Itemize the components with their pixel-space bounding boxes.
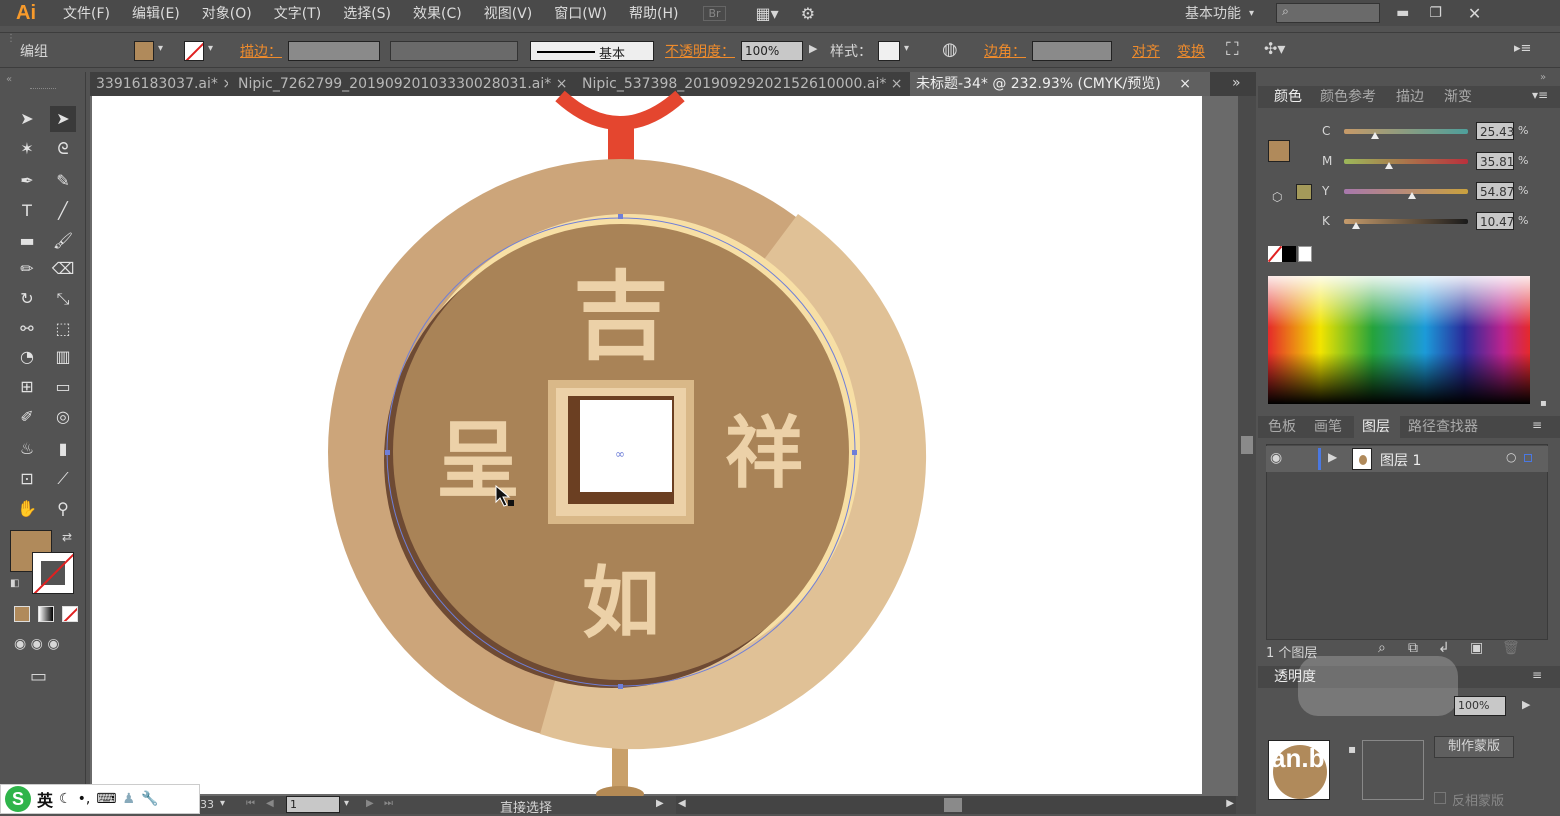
layers-list [1266, 444, 1548, 640]
watermark-overlay [1298, 656, 1458, 716]
search-input[interactable]: ⌕ [1276, 3, 1381, 23]
panel-menu-icon[interactable]: ≡ [1532, 668, 1542, 682]
channel-m-unit: % [1518, 154, 1529, 167]
panel-menu-icon[interactable]: ≡ [1532, 418, 1542, 432]
watermark-text: an.b [1271, 743, 1325, 773]
tab-swatches[interactable]: 色板 [1268, 416, 1296, 438]
layer-name[interactable]: 图层 1 [1380, 450, 1421, 470]
wrench-icon[interactable]: 🔧 [141, 791, 158, 807]
white-swatch[interactable] [1298, 246, 1312, 262]
moon-icon[interactable]: ☾ [59, 791, 72, 807]
new-sublayer-icon[interactable]: ↲ [1438, 640, 1450, 656]
mask-thumbnail [1362, 740, 1424, 800]
right-panels: » 颜色 颜色参考 描边 渐变 ▾≡ ⬡ C 25.43 % M 35.81 %… [1258, 72, 1560, 814]
keyboard-icon[interactable]: ⌨ [96, 791, 116, 807]
channel-k-unit: % [1518, 214, 1529, 227]
black-swatch[interactable] [1282, 246, 1296, 262]
chevron-down-icon[interactable]: ▾ [344, 798, 349, 809]
close-button[interactable]: ✕ [1468, 4, 1481, 23]
layer-row[interactable]: ◉ ▶ 图层 1 ○ [1266, 446, 1548, 472]
color-spectrum[interactable] [1268, 276, 1530, 404]
channel-m-slider-thumb[interactable] [1384, 162, 1393, 169]
chevron-right-icon[interactable]: ▶ [1522, 698, 1530, 711]
panel-menu-icon[interactable]: ▾≡ [1532, 88, 1548, 102]
channel-y-slider-thumb[interactable] [1408, 192, 1417, 199]
maximize-button[interactable]: ❐ [1429, 5, 1442, 21]
last-artboard-icon[interactable]: ⏭ [384, 798, 393, 809]
channel-m-label: M [1322, 154, 1333, 168]
current-tool-status: 直接选择 [500, 801, 553, 816]
out-of-gamut-icon[interactable]: ⬡ [1272, 190, 1282, 204]
ime-toolbar: S 英 ☾ •, ⌨ ♟ 🔧 [0, 784, 200, 814]
panel-fill-swatch[interactable] [1268, 140, 1290, 162]
skin-icon[interactable]: ♟ [123, 791, 136, 807]
svg-text:∞: ∞ [615, 447, 625, 461]
chevron-down-icon[interactable]: ▾ [220, 798, 225, 809]
clipping-mask-icon[interactable]: ⧉ [1408, 640, 1418, 656]
delete-layer-icon[interactable]: 🗑 [1502, 640, 1520, 656]
make-mask-label: 制作蒙版 [1447, 739, 1500, 754]
punctuation-icon[interactable]: •, [78, 791, 91, 807]
expand-triangle-icon[interactable]: ▶ [1328, 450, 1337, 464]
layer-thumbnail [1352, 448, 1372, 470]
channel-k-slider-thumb[interactable] [1352, 222, 1361, 229]
tab-pathfinder[interactable]: 路径查找器 [1408, 416, 1478, 438]
zoom-level[interactable]: 33 [200, 798, 214, 811]
next-artboard-icon[interactable]: ▶ [366, 798, 374, 809]
target-circle-icon[interactable]: ○ [1506, 450, 1516, 464]
coin-char-top: 吉 [573, 261, 669, 373]
make-mask-button[interactable]: 制作蒙版 [1434, 736, 1514, 758]
status-menu-icon[interactable]: ▶ [656, 798, 664, 809]
tab-brushes[interactable]: 画笔 [1314, 416, 1342, 438]
coin-char-bottom: 如 [582, 559, 660, 649]
tab-gradient[interactable]: 渐变 [1444, 86, 1472, 108]
link-icon[interactable]: ▪ [1348, 742, 1356, 756]
prev-artboard-icon[interactable]: ◀ [266, 798, 274, 809]
ime-language[interactable]: 英 [37, 787, 53, 811]
none-swatch[interactable] [1268, 246, 1282, 262]
vertical-scrollbar[interactable] [1238, 96, 1256, 796]
channel-y-unit: % [1518, 184, 1529, 197]
tab-layers[interactable]: 图层 [1362, 416, 1390, 438]
sogou-logo-icon[interactable]: S [5, 786, 31, 812]
minimize-button[interactable]: ▬ [1396, 5, 1409, 21]
channel-c-label: C [1322, 124, 1331, 138]
channel-c-input[interactable]: 25.43 [1476, 122, 1514, 140]
first-artboard-icon[interactable]: ⏮ [246, 798, 255, 809]
channel-y-label: Y [1322, 184, 1330, 198]
channel-k-label: K [1322, 214, 1330, 228]
channel-k-input[interactable]: 10.47 [1476, 212, 1514, 230]
coin-artwork[interactable]: 吉 如 呈 祥 ∞ [0, 0, 1256, 796]
locate-object-icon[interactable]: ⌕ [1378, 640, 1386, 656]
coin-hole [580, 400, 672, 492]
channel-m-input[interactable]: 35.81 [1476, 152, 1514, 170]
channel-y-input[interactable]: 54.87 [1476, 182, 1514, 200]
invert-mask-checkbox[interactable] [1434, 792, 1446, 804]
puppet-warp-icon[interactable]: ✣▾ [1264, 39, 1285, 58]
tab-stroke[interactable]: 描边 [1396, 86, 1424, 108]
selection-indicator[interactable] [1524, 454, 1532, 462]
new-layer-icon[interactable]: ▣ [1470, 640, 1483, 656]
object-thumbnail: an.b [1268, 740, 1330, 800]
tab-color[interactable]: 颜色 [1274, 86, 1302, 108]
invert-mask-label: 反相蒙版 [1452, 794, 1505, 809]
channel-c-slider-thumb[interactable] [1371, 132, 1379, 139]
transparency-opacity-input[interactable]: 100% [1454, 696, 1506, 716]
horizontal-scrollbar[interactable]: ◀ ▶ [676, 796, 1236, 814]
coin-char-right: 祥 [725, 409, 803, 499]
panel-menu-icon[interactable]: ▸≡ [1514, 41, 1531, 56]
channel-c-unit: % [1518, 124, 1529, 137]
artboard-number-input[interactable]: 1 [286, 796, 340, 813]
eye-icon[interactable]: ◉ [1270, 450, 1282, 466]
tab-color-guide[interactable]: 颜色参考 [1320, 86, 1376, 108]
status-bar: 33 ▾ ⏮ ◀ 1 ▾ ▶ ⏭ 直接选择 ▶ ◀ ▶ [200, 796, 1256, 816]
